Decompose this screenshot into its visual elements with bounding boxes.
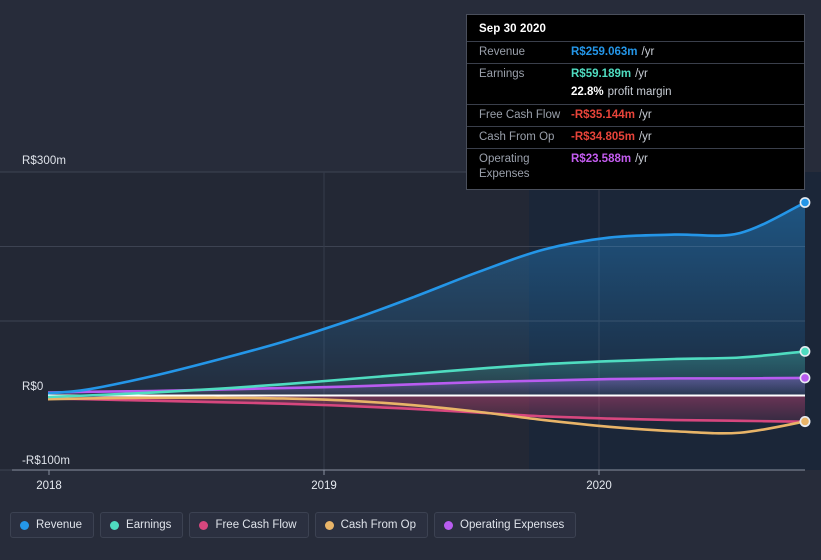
legend-item-label: Revenue — [36, 519, 83, 531]
tooltip-row: Cash From Op -R$34.805m/yr — [467, 126, 804, 148]
legend-color-dot-icon — [199, 520, 209, 530]
tooltip-row-unit: /yr — [635, 153, 648, 165]
y-axis-tick-label: R$0 — [22, 381, 44, 393]
tooltip-row-label: Operating Expenses — [479, 153, 530, 180]
chart-legend[interactable]: Revenue Earnings Free Cash Flow Cash From O… — [10, 512, 577, 538]
data-tooltip: Sep 30 2020 Revenue R$259.063m/yr Earnings… — [466, 14, 805, 190]
y-axis-tick-label: R$300m — [22, 155, 67, 167]
tooltip-row-label: Earnings — [479, 68, 525, 80]
legend-color-dot-icon — [324, 520, 334, 530]
tooltip-row-value: -R$34.805m — [571, 131, 635, 143]
legend-color-dot-icon — [444, 520, 454, 530]
tooltip-row-label: Free Cash Flow — [479, 109, 561, 121]
legend-item-cash-from-op[interactable]: Cash From Op — [314, 512, 429, 538]
tooltip-row-unit: profit margin — [607, 86, 672, 98]
tooltip-date: Sep 30 2020 — [479, 23, 546, 35]
legend-item-label: Cash From Op — [340, 519, 417, 531]
tooltip-row: 22.8% profit margin — [467, 85, 804, 104]
tooltip-row-unit: /yr — [638, 131, 652, 143]
tooltip-row: Revenue R$259.063m/yr — [467, 41, 804, 63]
tooltip-row-label: Revenue — [479, 46, 526, 58]
tooltip-row: Operating Expenses R$23.588m/yr — [467, 148, 804, 185]
y-axis-tick-label: -R$100m — [22, 455, 70, 467]
x-axis-tick-label: 2018 — [36, 480, 62, 492]
tooltip-row: Free Cash Flow -R$35.144m/yr — [467, 104, 804, 126]
legend-color-dot-icon — [110, 520, 120, 530]
tooltip-row: Earnings R$59.189m/yr — [467, 63, 804, 85]
legend-item-label: Free Cash Flow — [215, 519, 297, 531]
legend-item-label: Earnings — [126, 519, 172, 531]
legend-item-earnings[interactable]: Earnings — [100, 512, 184, 538]
financial-chart: R$300m R$0 -R$100m 2018 2019 2020 Sep 30 202… — [0, 0, 821, 560]
legend-item-operating-expenses[interactable]: Operating Expenses — [434, 512, 577, 538]
legend-item-revenue[interactable]: Revenue — [10, 512, 95, 538]
legend-item-free-cash-flow[interactable]: Free Cash Flow — [189, 512, 309, 538]
tooltip-row-label: Cash From Op — [479, 131, 555, 143]
tooltip-row-value: -R$35.144m — [571, 109, 635, 121]
tooltip-row-unit: /yr — [641, 46, 655, 58]
tooltip-row-value: R$259.063m — [571, 46, 638, 58]
tooltip-row-value: R$23.588m — [571, 153, 632, 165]
tooltip-row-value: 22.8% — [571, 86, 604, 98]
x-axis-tick-label: 2019 — [311, 480, 337, 492]
tooltip-row-unit: /yr — [638, 109, 652, 121]
tooltip-row-value: R$59.189m — [571, 68, 632, 80]
legend-color-dot-icon — [20, 520, 29, 530]
tooltip-row-unit: /yr — [635, 68, 648, 80]
x-axis-tick-label: 2020 — [586, 480, 612, 492]
legend-item-label: Operating Expenses — [460, 519, 565, 531]
